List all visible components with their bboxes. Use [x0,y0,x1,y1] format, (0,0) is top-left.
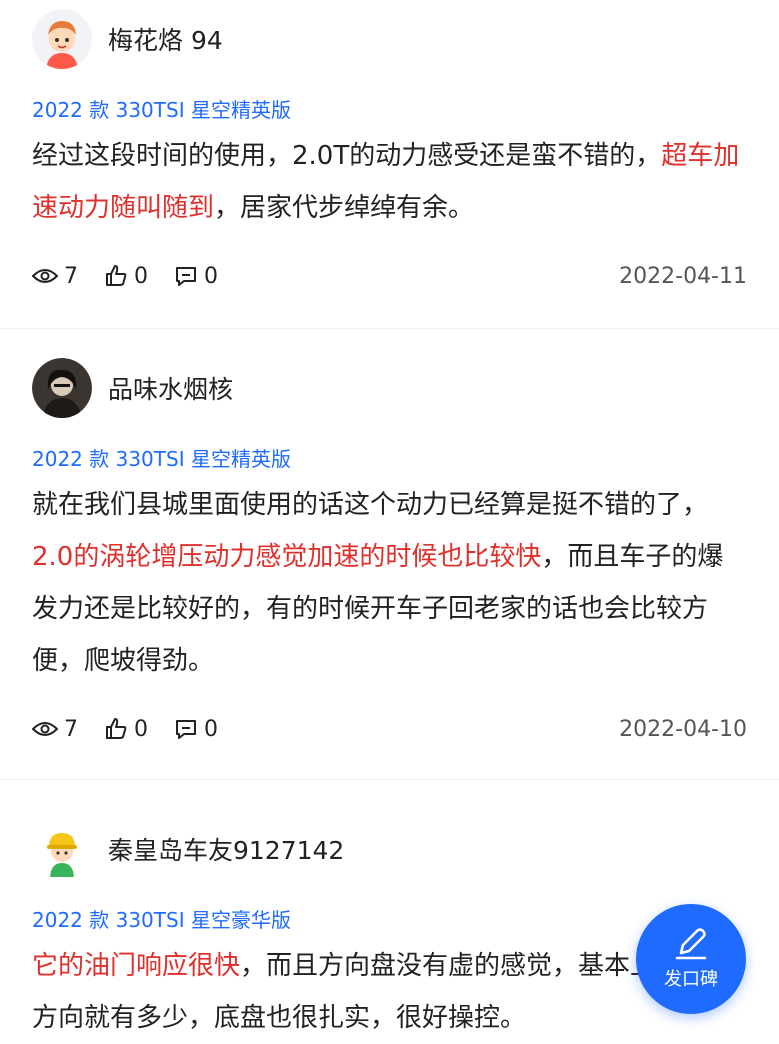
avatar[interactable] [32,358,92,418]
eye-icon [32,269,58,283]
review-text-segment: 经过这段时间的使用，2.0T的动力感受还是蛮不错的， [32,141,662,171]
eye-icon [32,722,58,736]
like-count-value: 0 [134,263,148,289]
write-review-button[interactable]: 发口碑 [636,904,746,1014]
meta-row: 7 0 0 2022-04-11 [32,256,747,296]
comment-icon [176,720,196,739]
like-button[interactable]: 0 [104,717,148,742]
view-count: 7 [32,264,78,289]
view-count-value: 7 [64,263,78,289]
trim-label[interactable]: 2022 款 330TSI 星空豪华版 [32,906,747,934]
review-text[interactable]: 经过这段时间的使用，2.0T的动力感受还是蛮不错的，超车加速动力随叫随到，居家代… [32,130,747,234]
like-count-value: 0 [134,716,148,742]
review-text-segment: 就在我们县城里面使用的话这个动力已经算是挺不错的了， [32,490,709,520]
username[interactable]: 品味水烟核 [108,370,233,406]
comment-icon [176,267,196,286]
username[interactable]: 梅花烙 94 [108,21,223,57]
meta-row: 7 0 0 2022-04-10 [32,709,747,749]
trim-label[interactable]: 2022 款 330TSI 星空精英版 [32,96,747,124]
review-card: 梅花烙 94 2022 款 330TSI 星空精英版 经过这段时间的使用，2.0… [0,0,779,328]
thumbs-up-icon [106,718,127,739]
post-date: 2022-04-11 [619,263,747,289]
review-text[interactable]: 就在我们县城里面使用的话这个动力已经算是挺不错的了， 2.0的涡轮增压动力感觉加速… [32,479,747,687]
like-button[interactable]: 0 [104,264,148,289]
user-row[interactable]: 秦皇岛车友9127142 [32,814,747,884]
avatar[interactable] [32,819,92,879]
user-row[interactable]: 梅花烙 94 [32,4,747,74]
comment-button[interactable]: 0 [174,717,218,742]
view-count-value: 7 [64,716,78,742]
review-highlight: 它的油门响应很快 [32,951,241,981]
review-highlight: 2.0的涡轮增压动力感觉加速的时候也比较快 [32,542,542,572]
review-card: 品味水烟核 2022 款 330TSI 星空精英版 就在我们县城里面使用的话这个… [0,328,779,779]
comment-count-value: 0 [204,716,218,742]
post-date: 2022-04-10 [619,716,747,742]
view-count: 7 [32,717,78,742]
user-row[interactable]: 品味水烟核 [32,353,747,423]
write-review-label: 发口碑 [664,969,718,990]
thumbs-up-icon [106,265,127,286]
avatar[interactable] [32,9,92,69]
comment-count-value: 0 [204,263,218,289]
review-text-segment: ，居家代步绰绰有余。 [214,193,475,223]
pen-icon [675,928,707,960]
username[interactable]: 秦皇岛车友9127142 [108,831,344,867]
comment-button[interactable]: 0 [174,264,218,289]
trim-label[interactable]: 2022 款 330TSI 星空精英版 [32,445,747,473]
